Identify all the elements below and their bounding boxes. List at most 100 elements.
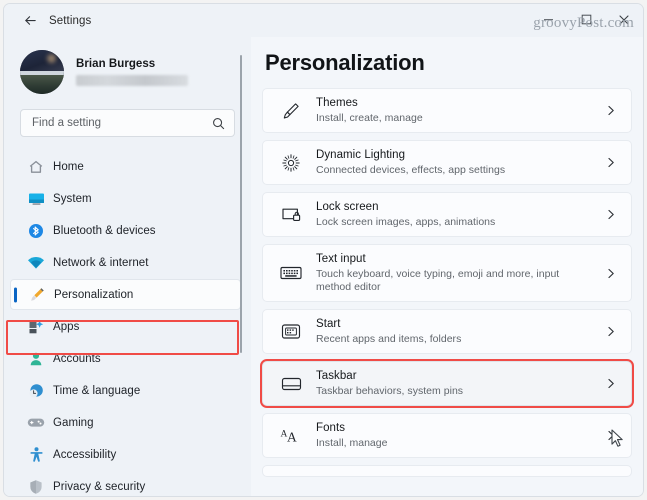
paintbrush-icon bbox=[276, 101, 306, 121]
settings-row-title: Lock screen bbox=[316, 201, 379, 213]
search-input[interactable] bbox=[32, 117, 212, 129]
settings-card-list: Themes Install, create, manage Dynamic L… bbox=[260, 88, 634, 477]
sidebar-item-label: Home bbox=[53, 160, 84, 173]
lock-screen-icon bbox=[276, 206, 306, 224]
account-email-redacted bbox=[76, 75, 188, 86]
search-icon bbox=[212, 117, 225, 130]
sidebar-item-label: Bluetooth & devices bbox=[53, 224, 156, 237]
minimize-button[interactable] bbox=[529, 4, 567, 35]
sidebar-item-label: Gaming bbox=[53, 416, 94, 429]
sidebar-item-gaming[interactable]: Gaming bbox=[10, 407, 241, 438]
settings-row-text: Dynamic Lighting Connected devices, effe… bbox=[316, 148, 605, 177]
settings-row-fonts[interactable]: A A Fonts Install, manage bbox=[262, 413, 632, 458]
chevron-right-icon bbox=[605, 267, 617, 280]
settings-row-dynamic-lighting[interactable]: Dynamic Lighting Connected devices, effe… bbox=[262, 140, 632, 185]
chevron-right-icon bbox=[605, 377, 617, 390]
settings-row-title: Fonts bbox=[316, 422, 346, 434]
settings-row-themes[interactable]: Themes Install, create, manage bbox=[262, 88, 632, 133]
page-title: Personalization bbox=[265, 50, 425, 75]
window-title: Settings bbox=[49, 14, 92, 27]
shield-icon bbox=[22, 479, 50, 495]
search-box[interactable] bbox=[20, 109, 235, 137]
settings-row-text: Lock screen Lock screen images, apps, an… bbox=[316, 200, 605, 229]
close-icon bbox=[618, 14, 630, 26]
settings-row-subtitle: Touch keyboard, voice typing, emoji and … bbox=[316, 268, 560, 293]
fonts-icon: A A bbox=[276, 427, 306, 445]
apps-icon bbox=[22, 319, 50, 335]
back-button[interactable] bbox=[15, 8, 45, 34]
sidebar: Brian Burgess Find a setting Home System… bbox=[4, 37, 251, 496]
user-avatar-photo bbox=[20, 50, 64, 94]
start-menu-icon bbox=[276, 323, 306, 340]
account-text: Brian Burgess bbox=[76, 58, 188, 86]
settings-row-text: Start Recent apps and items, folders bbox=[316, 317, 605, 346]
clock-icon bbox=[22, 383, 50, 399]
sidebar-item-label: System bbox=[53, 192, 92, 205]
minimize-icon bbox=[543, 14, 554, 25]
settings-row-subtitle: Connected devices, effects, app settings bbox=[316, 164, 506, 176]
sunburst-icon bbox=[276, 153, 306, 173]
bluetooth-icon bbox=[22, 223, 50, 239]
chevron-right-icon bbox=[605, 208, 617, 221]
settings-row-text: Taskbar Taskbar behaviors, system pins bbox=[316, 369, 605, 398]
sidebar-item-privacy-security[interactable]: Privacy & security bbox=[10, 471, 241, 496]
settings-row-title: Start bbox=[316, 318, 341, 330]
sidebar-item-label: Privacy & security bbox=[53, 480, 146, 493]
settings-window: Settings groovyPost.com Brian Burgess Fi… bbox=[3, 3, 644, 497]
screenshot-root: Settings groovyPost.com Brian Burgess Fi… bbox=[0, 0, 647, 500]
chevron-right-icon bbox=[605, 104, 617, 117]
taskbar-icon bbox=[276, 376, 306, 392]
settings-row-taskbar[interactable]: Taskbar Taskbar behaviors, system pins bbox=[260, 359, 634, 408]
sidebar-item-apps[interactable]: Apps bbox=[10, 311, 241, 342]
settings-row-title: Text input bbox=[316, 253, 366, 265]
settings-row-subtitle: Install, manage bbox=[316, 437, 388, 449]
chevron-right-icon bbox=[605, 325, 617, 338]
search-wrapper bbox=[4, 93, 251, 137]
settings-row-title: Themes bbox=[316, 97, 358, 109]
home-icon bbox=[22, 159, 50, 175]
network-icon bbox=[22, 256, 50, 270]
settings-row-text: Themes Install, create, manage bbox=[316, 96, 605, 125]
svg-text:A: A bbox=[287, 429, 297, 444]
maximize-button[interactable] bbox=[567, 4, 605, 35]
sidebar-item-time-language[interactable]: Time & language bbox=[10, 375, 241, 406]
settings-row-subtitle: Install, create, manage bbox=[316, 112, 423, 124]
settings-row-title: Dynamic Lighting bbox=[316, 149, 406, 161]
settings-row-partial[interactable] bbox=[262, 465, 632, 477]
sidebar-item-accounts[interactable]: Accounts bbox=[10, 343, 241, 374]
settings-row-text: Text input Touch keyboard, voice typing,… bbox=[316, 252, 605, 294]
settings-row-subtitle: Recent apps and items, folders bbox=[316, 333, 462, 345]
system-icon bbox=[22, 192, 50, 206]
window-controls bbox=[529, 4, 643, 37]
settings-row-lock-screen[interactable]: Lock screen Lock screen images, apps, an… bbox=[262, 192, 632, 237]
account-header[interactable]: Brian Burgess bbox=[4, 37, 251, 94]
sidebar-item-label: Accessibility bbox=[53, 448, 117, 461]
sidebar-item-network[interactable]: Network & internet bbox=[10, 247, 241, 278]
settings-row-text: Fonts Install, manage bbox=[316, 421, 605, 450]
paintbrush-icon bbox=[23, 286, 51, 303]
main-content: Personalization Themes Install, create, … bbox=[251, 37, 643, 496]
sidebar-item-system[interactable]: System bbox=[10, 183, 241, 214]
maximize-icon bbox=[581, 14, 592, 25]
settings-row-title: Taskbar bbox=[316, 370, 357, 382]
close-button[interactable] bbox=[605, 4, 643, 35]
sidebar-item-home[interactable]: Home bbox=[10, 151, 241, 182]
sidebar-item-accessibility[interactable]: Accessibility bbox=[10, 439, 241, 470]
sidebar-item-personalization[interactable]: Personalization bbox=[10, 279, 241, 310]
sidebar-scrollbar[interactable] bbox=[240, 55, 242, 353]
back-arrow-icon bbox=[23, 13, 38, 28]
sidebar-item-label: Network & internet bbox=[53, 256, 149, 269]
sidebar-item-bluetooth[interactable]: Bluetooth & devices bbox=[10, 215, 241, 246]
settings-row-text-input[interactable]: Text input Touch keyboard, voice typing,… bbox=[262, 244, 632, 302]
chevron-right-icon bbox=[605, 429, 617, 442]
chevron-right-icon bbox=[605, 156, 617, 169]
accounts-icon bbox=[22, 351, 50, 367]
selection-indicator bbox=[14, 287, 17, 302]
settings-row-start[interactable]: Start Recent apps and items, folders bbox=[262, 309, 632, 354]
sidebar-nav: Home System Bluetooth & devices Network … bbox=[4, 151, 251, 496]
sidebar-item-label: Time & language bbox=[53, 384, 141, 397]
accessibility-icon bbox=[22, 446, 50, 463]
settings-row-subtitle: Lock screen images, apps, animations bbox=[316, 216, 496, 228]
window-body: Brian Burgess Find a setting Home System… bbox=[4, 37, 643, 496]
sidebar-item-label: Personalization bbox=[54, 288, 134, 301]
